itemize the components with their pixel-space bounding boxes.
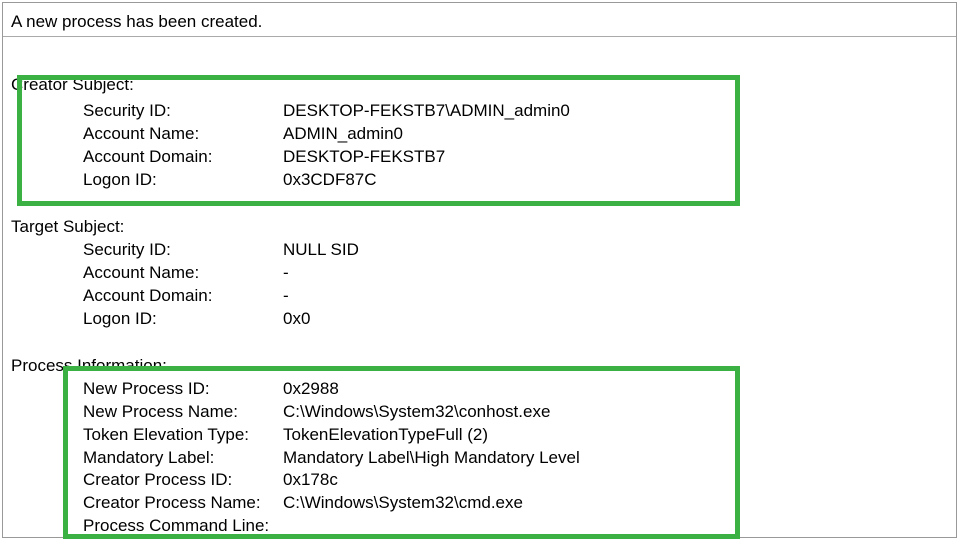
field-value: C:\Windows\System32\cmd.exe bbox=[283, 492, 956, 515]
field-label: Account Domain: bbox=[83, 285, 283, 308]
field-row: Process Command Line: bbox=[3, 515, 956, 538]
field-label: Process Command Line: bbox=[83, 515, 283, 538]
field-row: Security ID: DESKTOP-FEKSTB7\ADMIN_admin… bbox=[3, 100, 956, 123]
field-row: Token Elevation Type: TokenElevationType… bbox=[3, 424, 956, 447]
field-row: Account Name: ADMIN_admin0 bbox=[3, 123, 956, 146]
field-value: C:\Windows\System32\conhost.exe bbox=[283, 401, 956, 424]
field-value: - bbox=[283, 285, 956, 308]
field-row: Creator Process ID: 0x178c bbox=[3, 469, 956, 492]
field-row: Account Domain: - bbox=[3, 285, 956, 308]
field-label: Creator Process Name: bbox=[83, 492, 283, 515]
field-value: DESKTOP-FEKSTB7 bbox=[283, 146, 956, 169]
field-value: 0x2988 bbox=[283, 378, 956, 401]
field-value bbox=[283, 515, 956, 538]
field-row: New Process ID: 0x2988 bbox=[3, 378, 956, 401]
field-label: Security ID: bbox=[83, 239, 283, 262]
field-label: Mandatory Label: bbox=[83, 447, 283, 470]
field-label: Token Elevation Type: bbox=[83, 424, 283, 447]
field-value: NULL SID bbox=[283, 239, 956, 262]
field-value: 0x3CDF87C bbox=[283, 169, 956, 192]
field-label: Logon ID: bbox=[83, 169, 283, 192]
field-row: Logon ID: 0x0 bbox=[3, 308, 956, 331]
field-label: New Process Name: bbox=[83, 401, 283, 424]
creator-subject-title: Creator Subject: bbox=[3, 68, 956, 97]
event-detail-panel: A new process has been created. Creator … bbox=[2, 2, 957, 538]
target-subject-title: Target Subject: bbox=[3, 210, 956, 239]
field-label: Security ID: bbox=[83, 100, 283, 123]
field-label: Logon ID: bbox=[83, 308, 283, 331]
field-value: 0x178c bbox=[283, 469, 956, 492]
field-value: TokenElevationTypeFull (2) bbox=[283, 424, 956, 447]
field-label: New Process ID: bbox=[83, 378, 283, 401]
field-row: Security ID: NULL SID bbox=[3, 239, 956, 262]
field-value: DESKTOP-FEKSTB7\ADMIN_admin0 bbox=[283, 100, 956, 123]
field-row: Creator Process Name: C:\Windows\System3… bbox=[3, 492, 956, 515]
field-label: Creator Process ID: bbox=[83, 469, 283, 492]
event-body: Creator Subject: Security ID: DESKTOP-FE… bbox=[3, 37, 956, 538]
field-label: Account Name: bbox=[83, 262, 283, 285]
event-header: A new process has been created. bbox=[3, 3, 956, 37]
field-row: Account Domain: DESKTOP-FEKSTB7 bbox=[3, 146, 956, 169]
field-row: Mandatory Label: Mandatory Label\High Ma… bbox=[3, 447, 956, 470]
field-value: Mandatory Label\High Mandatory Level bbox=[283, 447, 956, 470]
field-row: New Process Name: C:\Windows\System32\co… bbox=[3, 401, 956, 424]
field-value: - bbox=[283, 262, 956, 285]
field-value: ADMIN_admin0 bbox=[283, 123, 956, 146]
field-row: Logon ID: 0x3CDF87C bbox=[3, 169, 956, 192]
process-info-title: Process Information: bbox=[3, 349, 956, 378]
field-value: 0x0 bbox=[283, 308, 956, 331]
field-label: Account Name: bbox=[83, 123, 283, 146]
field-label: Account Domain: bbox=[83, 146, 283, 169]
field-row: Account Name: - bbox=[3, 262, 956, 285]
